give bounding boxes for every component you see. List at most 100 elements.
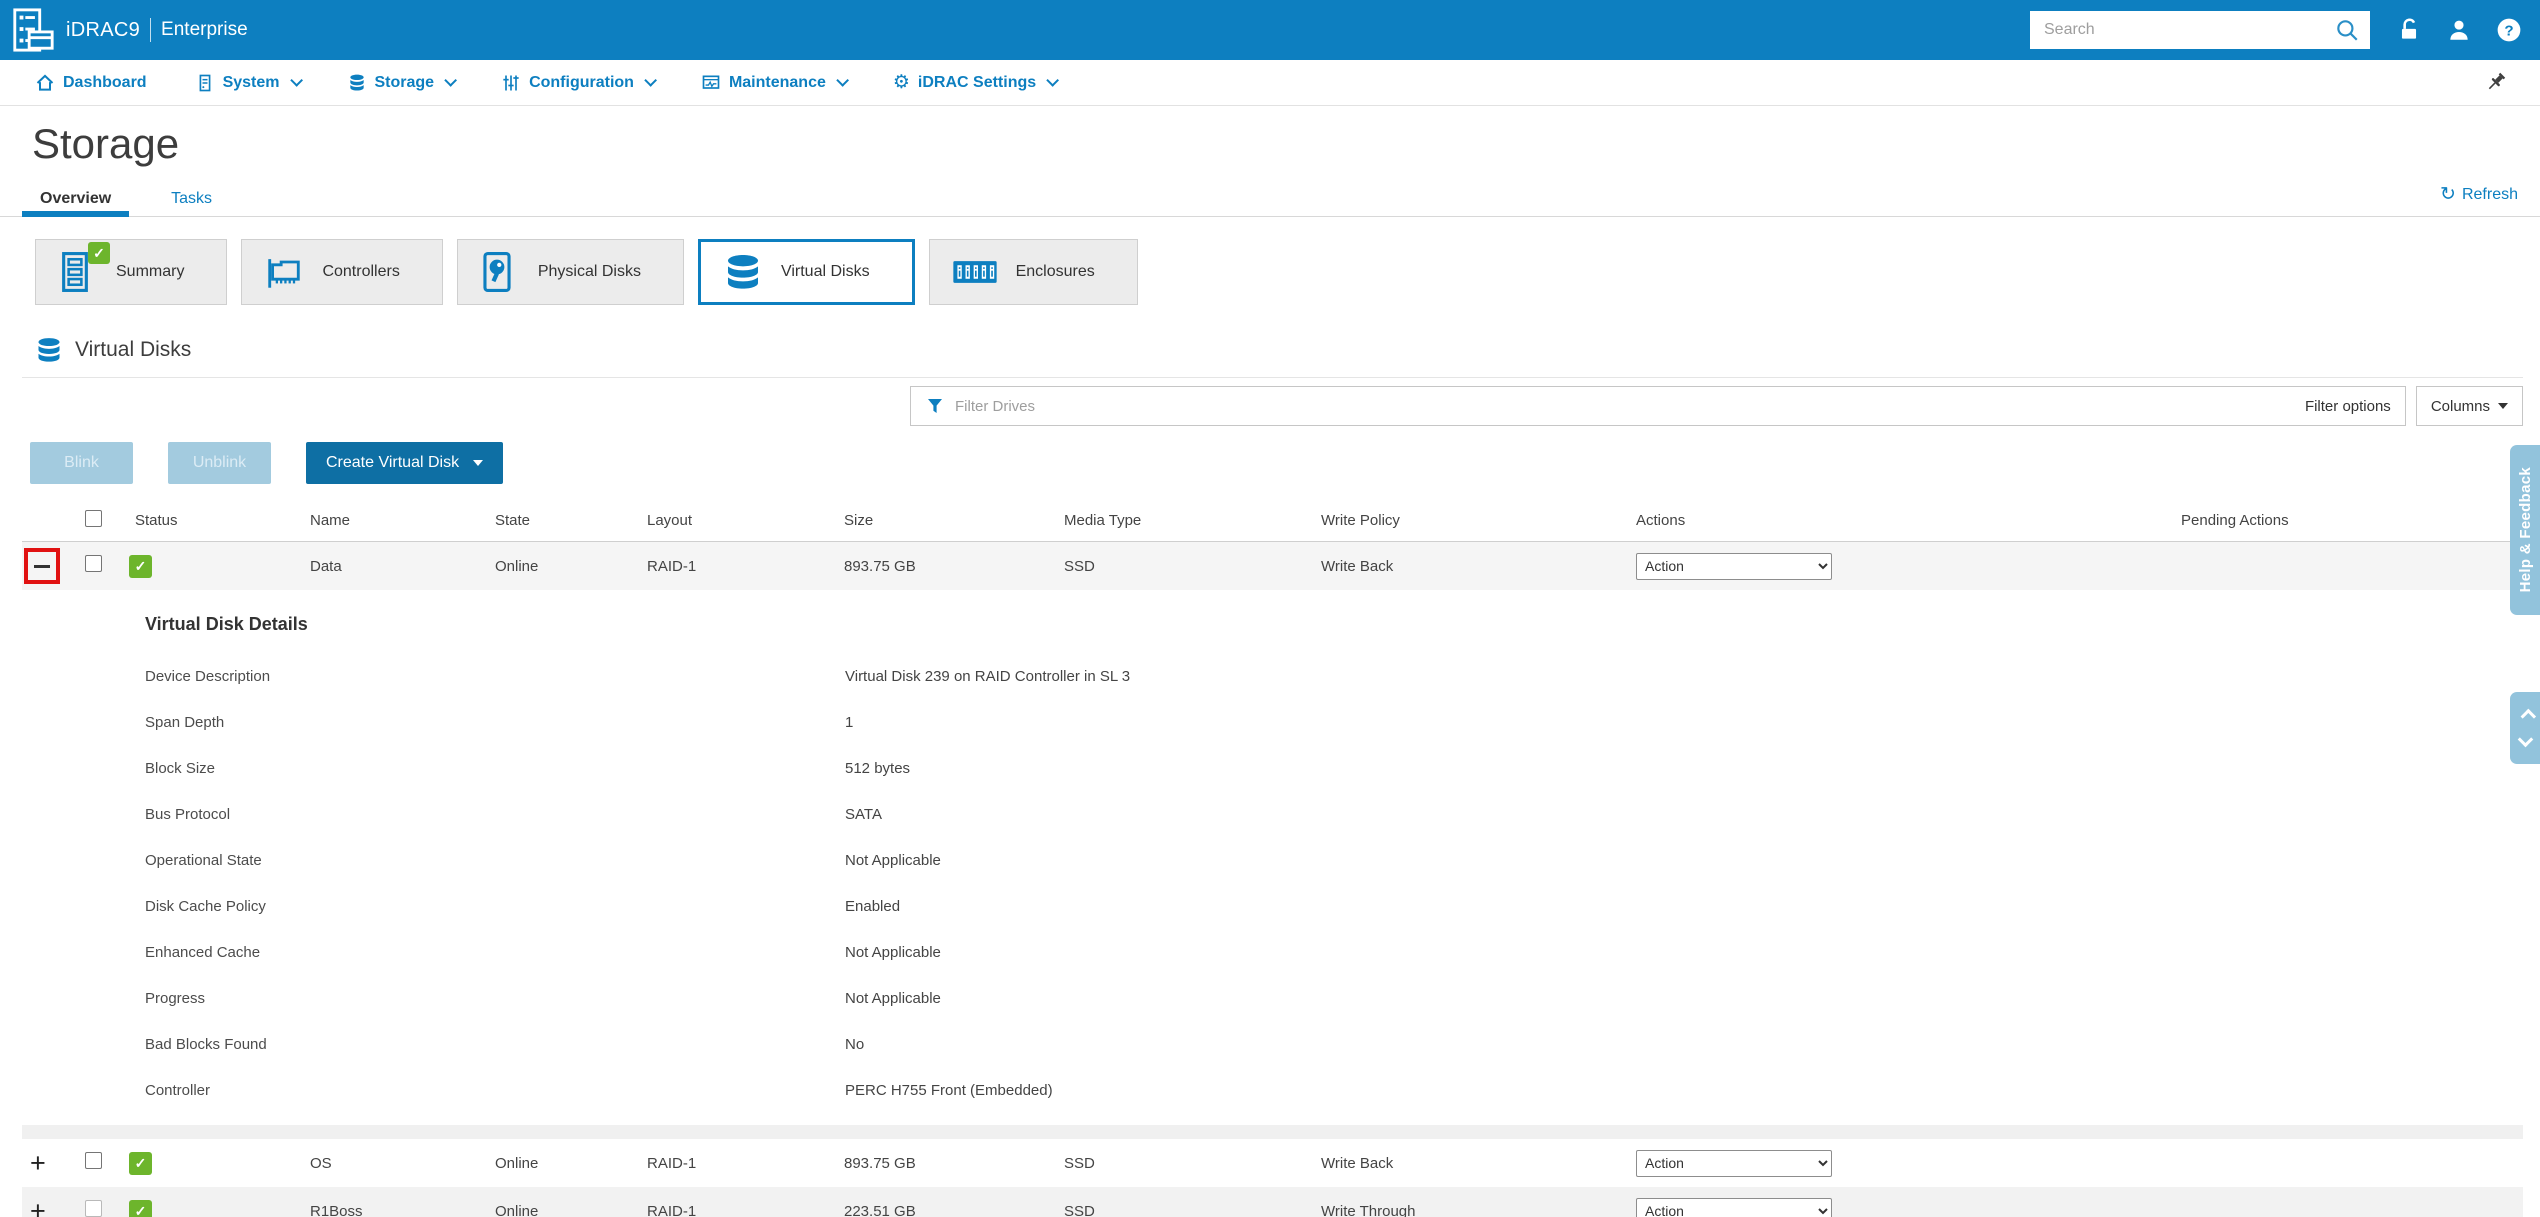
expand-row-button[interactable]: + (30, 1196, 46, 1217)
cell-state: Online (495, 557, 539, 575)
nav-maintenance[interactable]: Maintenance (701, 73, 849, 93)
card-physical-disks[interactable]: Physical Disks (456, 239, 684, 305)
gear-icon: ⚙ (892, 72, 910, 93)
detail-value: 1 (845, 713, 854, 731)
cell-layout: RAID-1 (647, 1154, 697, 1172)
row-checkbox[interactable] (85, 1200, 102, 1217)
home-icon (36, 74, 54, 91)
svg-text:?: ? (2504, 22, 2513, 39)
card-summary[interactable]: ✓ Summary (35, 239, 228, 305)
expand-row-button[interactable]: + (30, 1148, 46, 1178)
detail-label: Span Depth (145, 713, 225, 731)
detail-value: Enabled (845, 897, 901, 915)
cell-name: R1Boss (310, 1202, 363, 1217)
table-row-os: + ✓ OS Online RAID-1 893.75 GB SSD Write… (22, 1139, 2523, 1187)
nav-label: iDRAC Settings (917, 73, 1037, 91)
nav-idrac-settings[interactable]: ⚙ iDRAC Settings (892, 72, 1060, 93)
column-header: State (495, 512, 531, 529)
server-icon (199, 74, 210, 91)
scroll-up-chevron-icon[interactable] (2520, 708, 2536, 725)
card-label: Physical Disks (537, 263, 641, 280)
help-feedback-label: Help & Feedback (2516, 467, 2534, 593)
status-ok-badge: ✓ (129, 554, 152, 578)
column-header: Actions (1636, 512, 1686, 529)
columns-button[interactable]: Columns (2415, 386, 2523, 426)
status-ok-badge: ✓ (129, 1199, 152, 1217)
cell-write-policy: Write Back (1321, 557, 1394, 575)
pin-icon[interactable] (2484, 70, 2508, 94)
column-header: Pending Actions (2181, 512, 2289, 529)
card-enclosures[interactable]: Enclosures (928, 239, 1138, 305)
user-icon[interactable] (2446, 17, 2472, 43)
help-icon[interactable]: ? (2496, 17, 2522, 43)
column-header: Write Policy (1321, 512, 1400, 529)
filter-options-button[interactable]: Filter options (2305, 398, 2391, 415)
chevron-down-icon (1046, 74, 1060, 87)
top-bar: iDRAC9 Enterprise ? (0, 0, 2540, 60)
blink-button[interactable]: Blink (30, 442, 133, 484)
row-checkbox[interactable] (85, 555, 102, 572)
chevron-down-icon (644, 74, 657, 87)
storage-category-cards: ✓ Summary Controllers Physical Disks Vir… (35, 239, 2540, 305)
collapse-row-button[interactable] (34, 564, 50, 568)
cell-media-type: SSD (1064, 1202, 1095, 1217)
column-header: Layout (647, 512, 693, 529)
controller-card-icon (264, 250, 304, 294)
cell-name: Data (310, 557, 342, 575)
nav-label: Storage (374, 73, 435, 91)
nav-system[interactable]: System (195, 73, 303, 93)
nav-configuration[interactable]: Configuration (501, 73, 657, 93)
detail-value: Not Applicable (845, 989, 941, 1007)
tab-overview[interactable]: Overview (22, 180, 130, 217)
brand-name: iDRAC9 (66, 18, 141, 41)
brand: iDRAC9 Enterprise (66, 18, 248, 42)
action-select[interactable]: Action (1636, 1149, 1832, 1177)
filter-drives-input[interactable] (955, 397, 2295, 415)
virtual-disk-section-icon (38, 338, 60, 362)
annotation-highlight-box (24, 548, 60, 584)
cell-write-policy: Write Through (1321, 1202, 1416, 1217)
sliders-icon (503, 75, 519, 90)
hard-disk-icon (480, 250, 520, 294)
caret-down-icon (2498, 403, 2508, 409)
refresh-label: Refresh (2461, 185, 2518, 203)
detail-label: Block Size (145, 759, 216, 777)
tab-tasks[interactable]: Tasks (153, 180, 230, 217)
database-icon (349, 74, 364, 90)
card-controllers[interactable]: Controllers (241, 239, 443, 305)
cell-write-policy: Write Back (1321, 1154, 1394, 1172)
summary-health-check-badge: ✓ (88, 242, 110, 264)
select-all-checkbox[interactable] (85, 510, 102, 527)
action-select[interactable]: Action (1636, 1197, 1832, 1217)
column-header: Size (844, 512, 874, 529)
help-feedback-tab[interactable]: Help & Feedback (2510, 445, 2540, 615)
row-checkbox[interactable] (85, 1152, 102, 1169)
unblink-button[interactable]: Unblink (168, 442, 271, 484)
column-header: Name (310, 512, 351, 529)
cell-layout: RAID-1 (647, 557, 697, 575)
cell-state: Online (495, 1202, 539, 1217)
top-icon-group: ? (2396, 17, 2522, 43)
details-title: Virtual Disk Details (145, 614, 308, 634)
create-virtual-disk-button[interactable]: Create Virtual Disk (306, 442, 504, 484)
detail-label: Controller (145, 1081, 211, 1099)
refresh-button[interactable]: ↻ Refresh (2440, 183, 2518, 206)
nav-dashboard[interactable]: Dashboard (35, 73, 147, 93)
columns-label: Columns (2430, 397, 2490, 415)
global-search (2030, 11, 2370, 49)
table-row-r1boss: + ✓ R1Boss Online RAID-1 223.51 GB SSD W… (22, 1187, 2523, 1217)
main-nav: Dashboard System Storage Configuration M… (0, 60, 2540, 106)
search-icon[interactable] (2334, 17, 2360, 43)
virtual-disks-table: Status Name State Layout Size Media Type… (22, 500, 2523, 1217)
virtual-disk-details-panel: Virtual Disk Details Device Description V… (22, 590, 2523, 1125)
brand-separator (150, 18, 152, 42)
search-input[interactable] (2044, 21, 2334, 39)
cell-size: 223.51 GB (844, 1202, 916, 1217)
unlock-icon[interactable] (2396, 17, 2422, 43)
scroll-down-chevron-icon[interactable] (2517, 731, 2533, 748)
card-virtual-disks[interactable]: Virtual Disks (697, 239, 915, 305)
action-select[interactable]: Action (1636, 552, 1832, 580)
nav-storage[interactable]: Storage (347, 73, 458, 93)
detail-label: Bus Protocol (145, 805, 231, 823)
card-label: Enclosures (1015, 263, 1095, 280)
